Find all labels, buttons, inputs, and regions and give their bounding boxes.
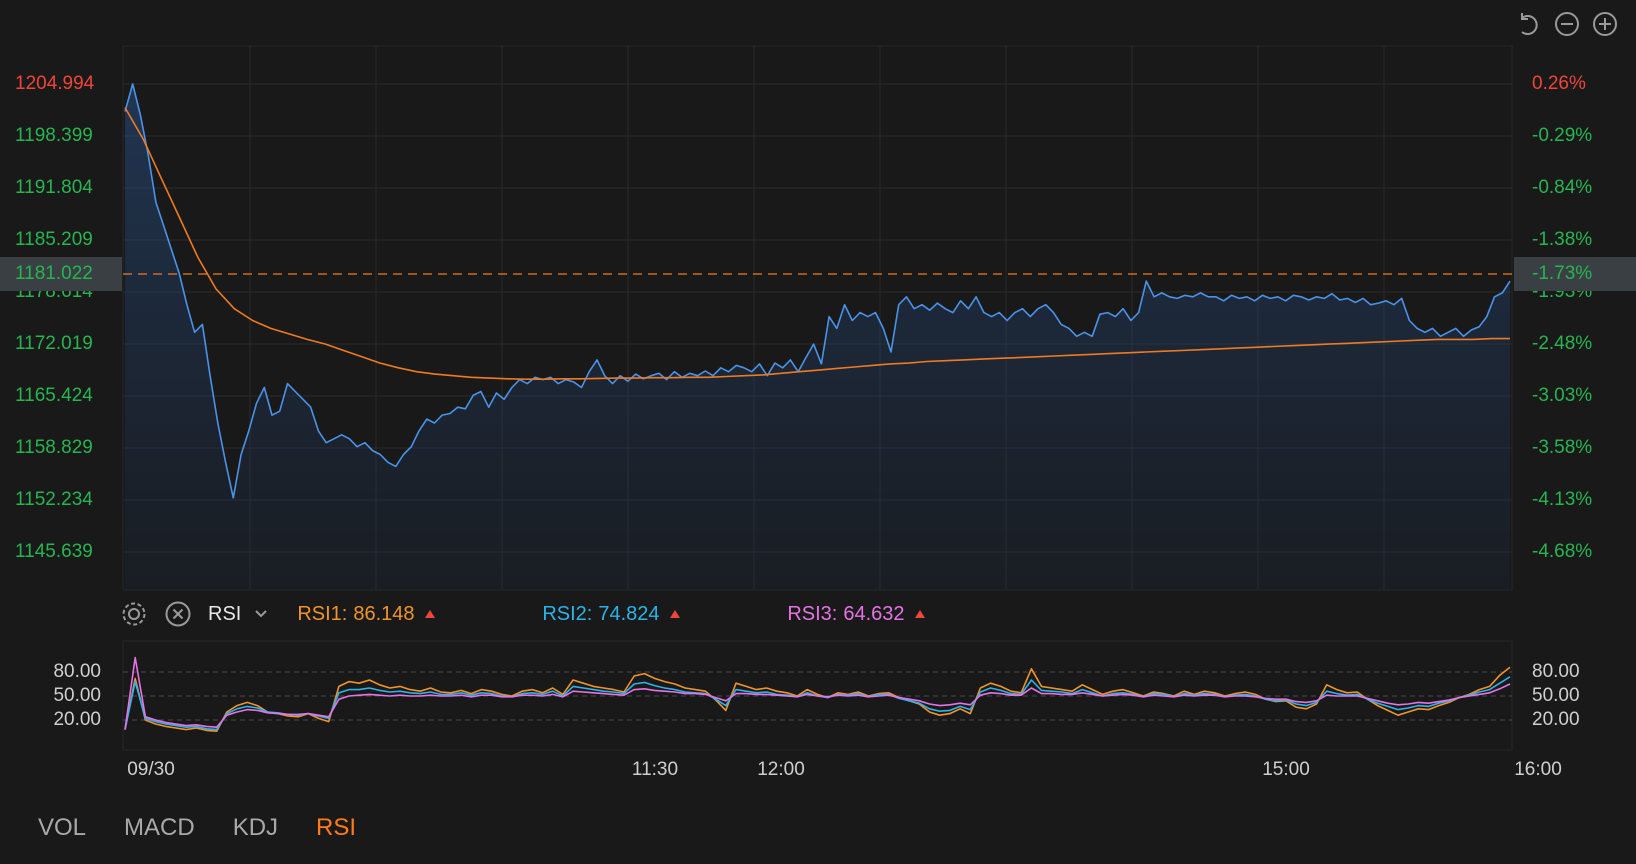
tab-kdj[interactable]: KDJ	[233, 814, 278, 842]
rsi3-value: 64.632	[843, 602, 905, 625]
settings-gear-icon[interactable]	[120, 600, 148, 628]
rsi-right-tick-label: 80.00	[1532, 661, 1580, 682]
indicator-name[interactable]: RSI	[208, 603, 241, 626]
zoom-in-icon[interactable]	[1591, 10, 1619, 38]
tab-macd[interactable]: MACD	[124, 814, 195, 842]
percent-tick-label: -4.13%	[1532, 489, 1592, 510]
y-tick-label: 1172.019	[15, 333, 93, 354]
rsi3-legend: RSI3: 64.632	[787, 602, 925, 626]
rsi-left-tick-label: 80.00	[53, 661, 101, 682]
undo-icon[interactable]	[1514, 10, 1542, 38]
percent-tick-label: -3.03%	[1532, 385, 1592, 406]
rsi2-value: 74.824	[598, 602, 660, 625]
crosshair-percent-label: -1.73%	[1532, 263, 1592, 284]
y-tick-label: 1198.399	[15, 125, 93, 146]
y-tick-label: 1204.994	[15, 73, 95, 94]
rsi2-line	[124, 676, 1511, 731]
rsi3-label: RSI3:	[787, 602, 838, 625]
y-tick-label: 1145.639	[15, 541, 93, 562]
rsi1-label: RSI1:	[297, 602, 348, 625]
up-arrow-icon	[914, 610, 925, 618]
percent-tick-label: -0.29%	[1532, 125, 1592, 146]
rsi1-line	[124, 666, 1511, 732]
tab-vol[interactable]: VOL	[38, 814, 86, 842]
chevron-down-icon[interactable]	[251, 604, 271, 624]
up-arrow-icon	[669, 610, 680, 618]
x-tick-label: 11:30	[632, 759, 678, 780]
rsi-right-tick-label: 20.00	[1532, 709, 1580, 730]
rsi2-label: RSI2:	[542, 602, 593, 625]
indicator-bar: RSI RSI1: 86.148 RSI2: 74.824 RSI3: 64.6…	[120, 597, 925, 631]
indicator-tabs: VOL MACD KDJ RSI	[0, 808, 356, 848]
tab-rsi[interactable]: RSI	[316, 814, 356, 842]
percent-tick-label: 0.26%	[1532, 73, 1586, 94]
crosshair-price-label: 1181.022	[15, 263, 93, 284]
percent-tick-label: -3.58%	[1532, 437, 1592, 458]
y-tick-label: 1158.829	[15, 437, 93, 458]
remove-indicator-icon[interactable]	[164, 600, 192, 628]
rsi2-legend: RSI2: 74.824	[542, 603, 787, 626]
percent-tick-label: -0.84%	[1532, 177, 1592, 198]
y-tick-label: 1165.424	[15, 385, 93, 406]
chart-canvas[interactable]: 1204.994 0.26% 1198.399 -0.29% 1191.804 -0.84…	[0, 0, 1636, 864]
x-tick-label: 15:00	[1262, 759, 1310, 780]
y-tick-label: 1152.234	[15, 489, 93, 510]
percent-tick-label: -1.38%	[1532, 229, 1592, 250]
y-tick-label: 1185.209	[15, 229, 93, 250]
percent-tick-label: -2.48%	[1532, 333, 1592, 354]
x-tick-label: 16:00	[1514, 759, 1562, 780]
rsi-left-tick-label: 20.00	[53, 709, 101, 730]
rsi-right-tick-label: 50.00	[1532, 685, 1580, 706]
y-tick-label: 1191.804	[15, 177, 93, 198]
rsi-left-tick-label: 50.00	[53, 685, 101, 706]
x-tick-label: 09/30	[127, 759, 175, 780]
rsi1-value: 86.148	[353, 602, 415, 625]
x-tick-label: 12:00	[757, 759, 805, 780]
percent-tick-label: -4.68%	[1532, 541, 1592, 562]
rsi1-legend: RSI1: 86.148	[297, 603, 542, 626]
price-area-fill	[125, 84, 1510, 590]
up-arrow-icon	[424, 610, 435, 618]
zoom-out-icon[interactable]	[1553, 10, 1581, 38]
